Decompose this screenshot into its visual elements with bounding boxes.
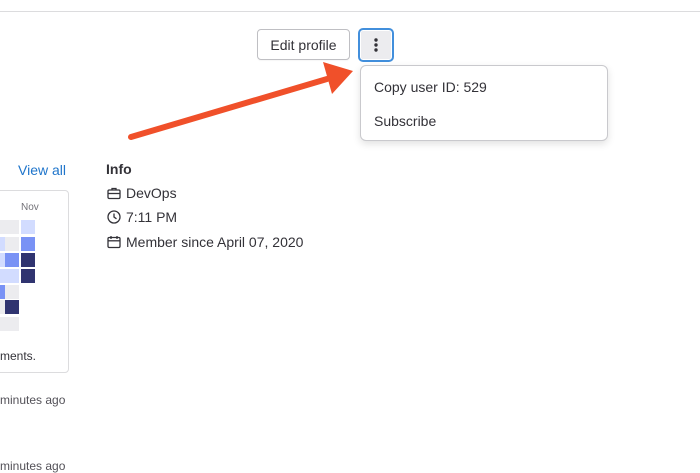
- calendar-cell[interactable]: [5, 269, 19, 283]
- view-all-link[interactable]: View all: [18, 162, 66, 178]
- calendar-cell[interactable]: [21, 253, 35, 267]
- annotation-arrow: [128, 62, 353, 140]
- activity-event-time: minutes ago: [0, 393, 66, 407]
- calendar-cell[interactable]: [21, 220, 35, 234]
- calendar-cell[interactable]: [21, 269, 35, 283]
- calendar-cell[interactable]: [5, 317, 19, 331]
- calendar-cell[interactable]: [5, 220, 19, 234]
- info-heading: Info: [106, 161, 132, 177]
- calendar-cell[interactable]: [5, 285, 19, 299]
- calendar-cell[interactable]: [5, 300, 19, 314]
- calendar-legend-note: ments.: [0, 349, 37, 363]
- calendar-icon: [106, 234, 122, 250]
- organization-text: DevOps: [126, 185, 177, 201]
- calendar-month-label: Nov: [21, 202, 39, 213]
- info-local-time: 7:11 PM: [106, 208, 177, 226]
- briefcase-icon: [106, 185, 122, 201]
- activity-event-time: minutes ago: [0, 459, 66, 473]
- calendar-cell[interactable]: [5, 237, 19, 251]
- calendar-cell[interactable]: [21, 237, 35, 251]
- clock-icon: [106, 209, 122, 225]
- info-member-since: Member since April 07, 2020: [106, 233, 303, 251]
- info-organization: DevOps: [106, 184, 177, 202]
- local-time-text: 7:11 PM: [126, 209, 178, 225]
- member-since-text: Member since April 07, 2020: [126, 234, 304, 250]
- calendar-cell[interactable]: [5, 253, 19, 267]
